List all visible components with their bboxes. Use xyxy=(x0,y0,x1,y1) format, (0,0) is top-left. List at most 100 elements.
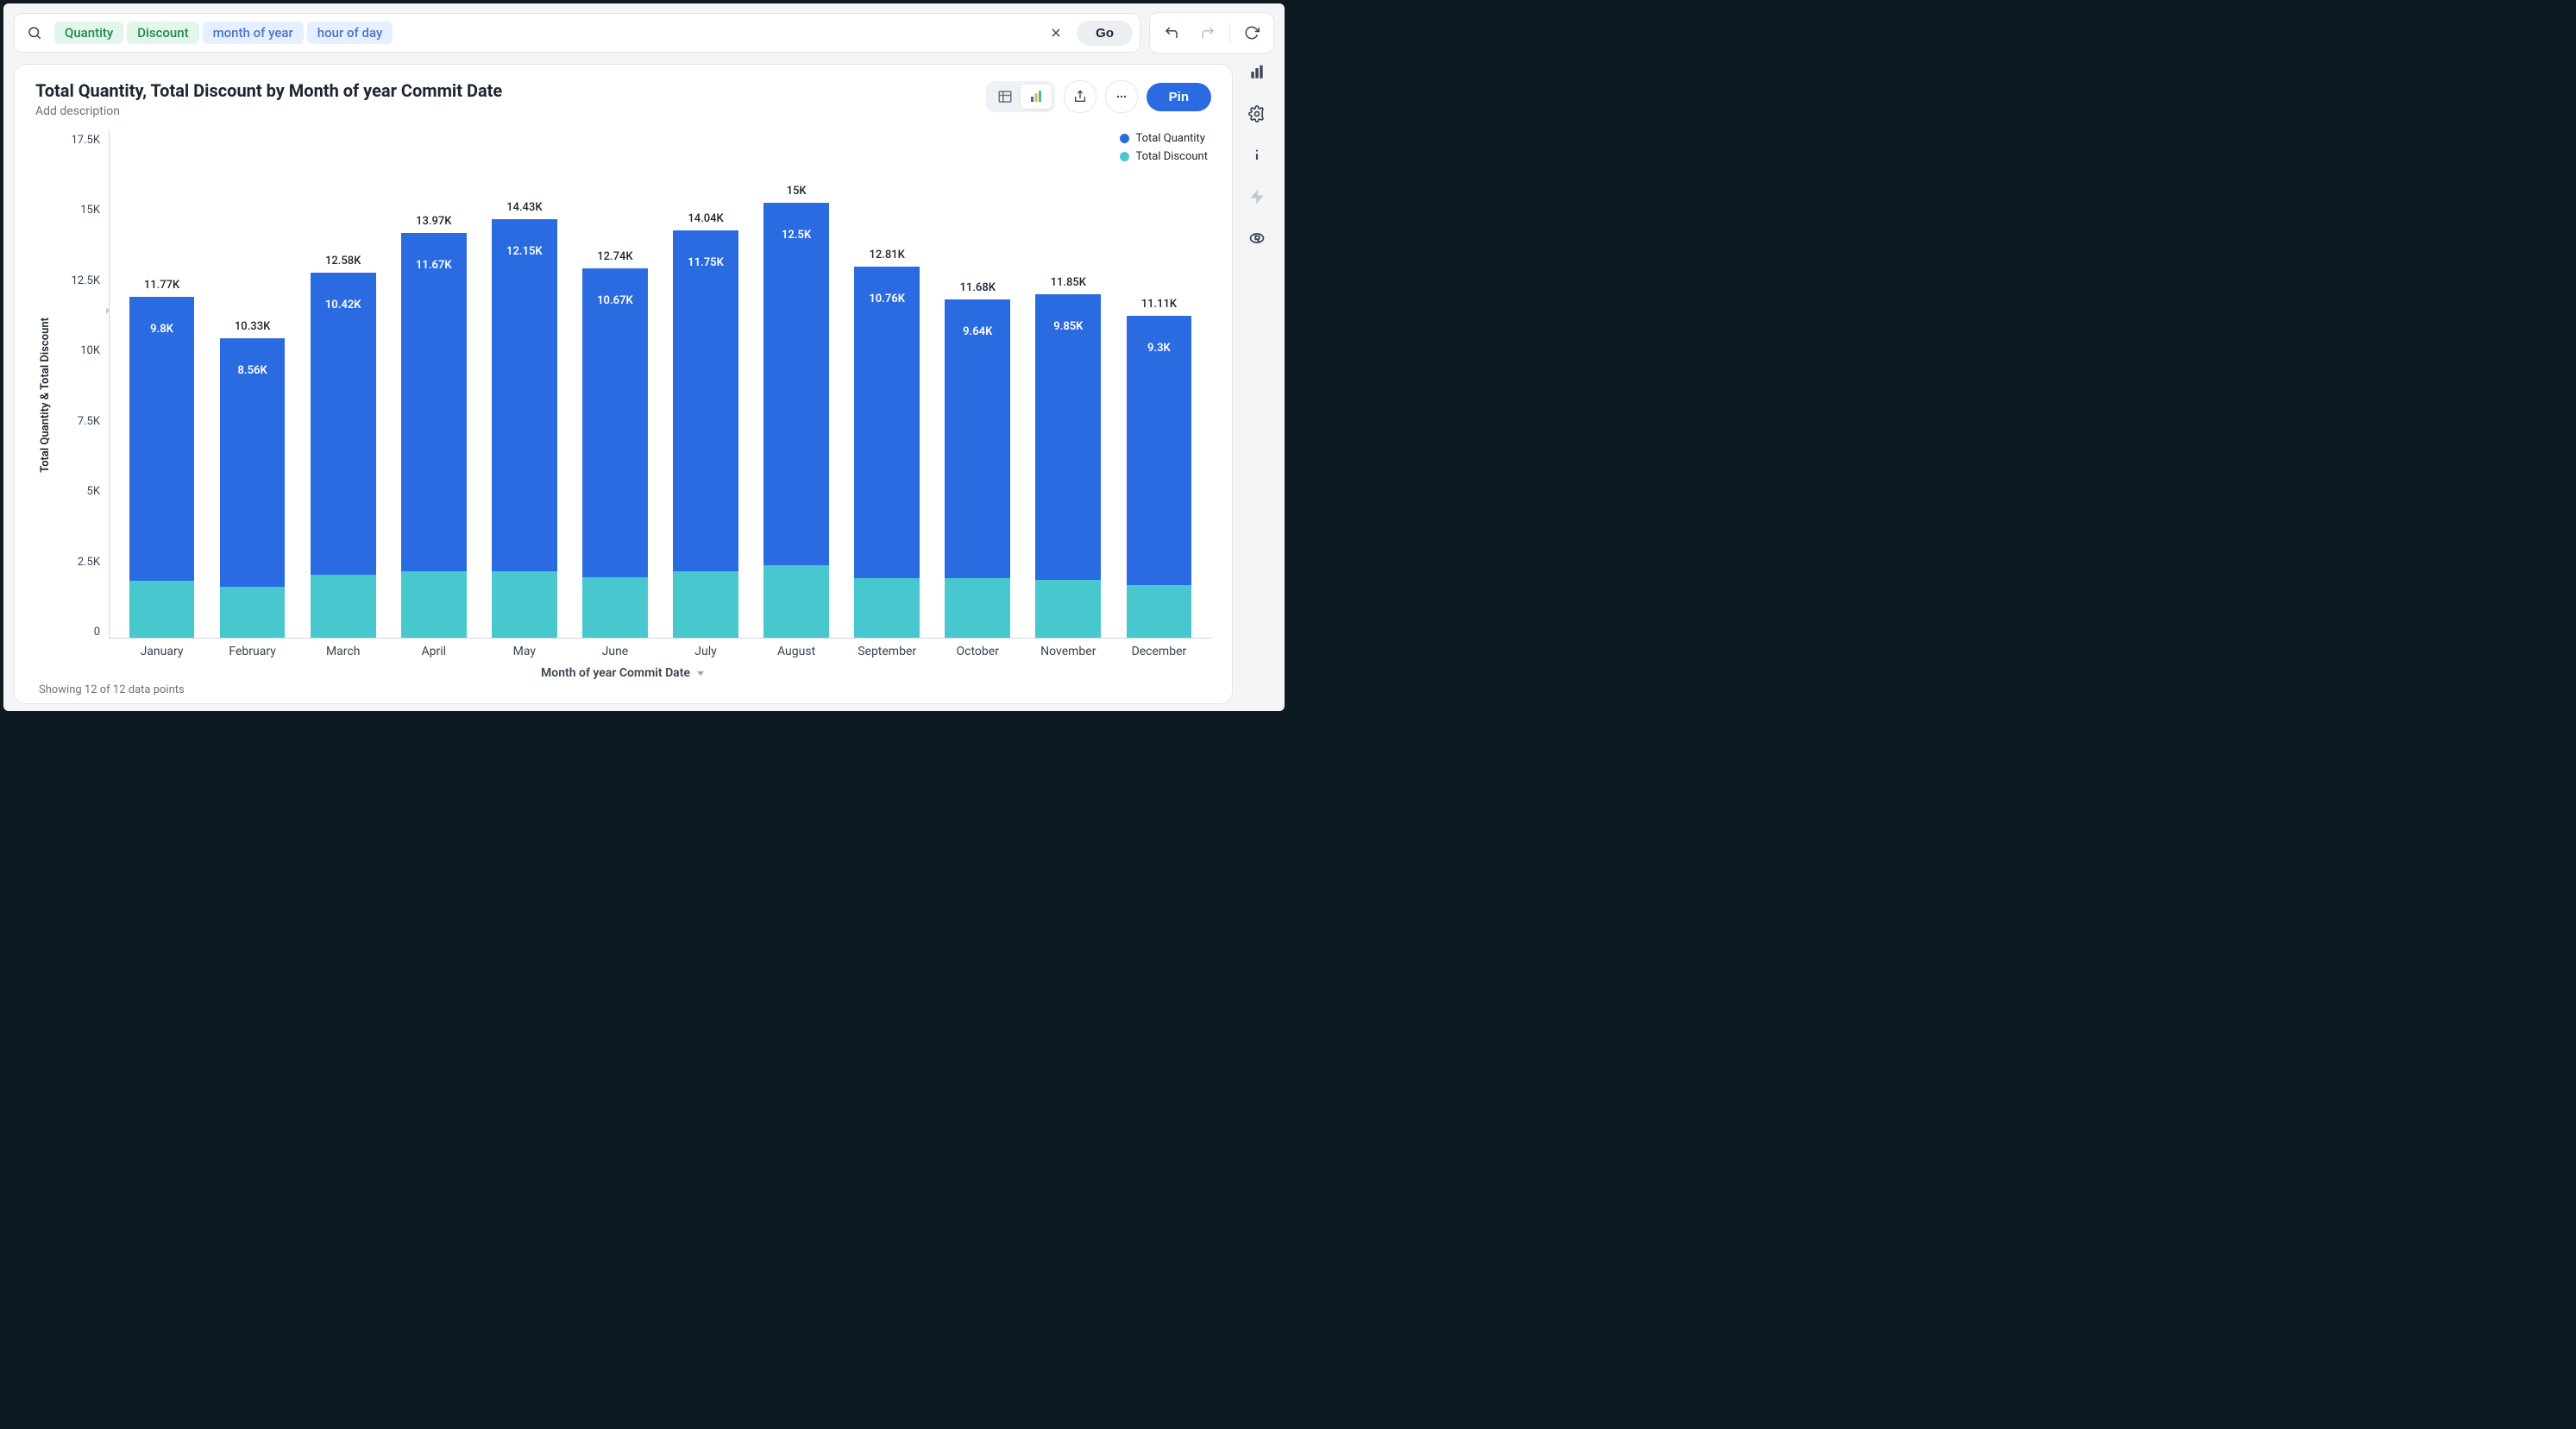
chart-title: Total Quantity, Total Discount by Month … xyxy=(35,80,502,101)
clear-search-button[interactable] xyxy=(1042,19,1070,47)
x-tick-label: January xyxy=(116,645,207,658)
bar-segment-discount xyxy=(582,577,648,638)
bar-value-label: 11.67K xyxy=(401,259,467,272)
x-tick-label: February xyxy=(207,645,298,658)
info-button[interactable] xyxy=(1240,138,1274,173)
chart-config-button[interactable] xyxy=(1240,55,1274,90)
bar-segment-quantity: 10.42K xyxy=(311,273,376,575)
bar-value-label: 9.85K xyxy=(1035,320,1101,333)
bar-value-label: 10.42K xyxy=(311,299,376,312)
bar-segment-discount xyxy=(1035,580,1101,638)
bar-value-label: 9.3K xyxy=(1127,342,1192,355)
bar-group[interactable]: 12.58K 10.42K xyxy=(298,130,388,638)
bar-group[interactable]: 11.77K 9.8K xyxy=(116,130,207,638)
bar-group[interactable]: 15K 12.5K xyxy=(751,130,842,638)
bar-total-label: 11.85K xyxy=(1051,276,1086,289)
bar-value-label: 10.76K xyxy=(854,293,920,305)
redo-button[interactable] xyxy=(1193,18,1222,47)
bar-group[interactable]: 12.81K 10.76K xyxy=(842,130,933,638)
search-pill[interactable]: Quantity xyxy=(54,22,123,44)
bar-group[interactable]: 12.74K10.67K xyxy=(569,130,660,638)
pin-button[interactable]: Pin xyxy=(1147,83,1211,111)
y-tick-label: 2.5K xyxy=(78,556,100,569)
undo-button[interactable] xyxy=(1157,18,1186,47)
bar-total-label: 10.33K xyxy=(235,320,270,333)
bar-segment-quantity: 8.56K xyxy=(220,338,286,587)
bar-group[interactable]: 13.97K 11.67K xyxy=(388,130,479,638)
bar-total-label: 12.58K xyxy=(325,255,361,268)
bar-total-label: 15K xyxy=(787,185,807,198)
bar-group[interactable]: 14.04K 11.75K xyxy=(660,130,751,638)
chart-view-button[interactable] xyxy=(1021,85,1052,109)
x-axis-title[interactable]: Month of year Commit Date xyxy=(35,659,1211,680)
x-tick-label: December xyxy=(1114,645,1204,658)
bar-segment-discount xyxy=(401,571,467,638)
bar-group[interactable]: 11.85K 9.85K xyxy=(1023,130,1114,638)
y-axis-title: Total Quantity & Total Discount xyxy=(35,318,55,473)
search-pill[interactable]: month of year xyxy=(203,22,304,44)
x-tick-label: May xyxy=(479,645,569,658)
top-bar: Quantity Discount month of year hour of … xyxy=(3,3,1285,59)
y-tick-label: 12.5K xyxy=(71,274,100,287)
data-points-note: Showing 12 of 12 data points xyxy=(35,680,1211,696)
bar-value-label: 11.75K xyxy=(673,256,738,269)
x-tick-label: March xyxy=(298,645,388,658)
y-tick-label: 17.5K xyxy=(71,134,100,147)
bar-segment-discount xyxy=(129,581,195,638)
bar-segment-quantity: 9.8K xyxy=(129,297,195,581)
bar-group[interactable]: 14.43K 12.15K xyxy=(479,130,569,638)
x-tick-label: August xyxy=(751,645,842,658)
bar-total-label: 14.43K xyxy=(506,201,542,214)
bar-total-label: 14.04K xyxy=(688,212,723,225)
bar-segment-discount xyxy=(763,565,829,638)
bar-segment-quantity: 11.75K xyxy=(673,230,738,571)
bar-value-label: 12.15K xyxy=(492,245,557,258)
table-view-button[interactable] xyxy=(990,85,1021,109)
bar-value-label: 12.5K xyxy=(763,229,829,242)
chart-card: Total Quantity, Total Discount by Month … xyxy=(14,64,1233,704)
y-tick-label: 0 xyxy=(94,626,100,639)
bar-segment-discount xyxy=(854,578,920,638)
y-tick-label: 5K xyxy=(87,485,100,498)
y-tick-label: 15K xyxy=(80,204,100,217)
bar-segment-quantity: 9.3K xyxy=(1127,316,1192,585)
x-tick-label: September xyxy=(842,645,933,658)
bar-group[interactable]: 11.11K 9.3K xyxy=(1114,130,1204,638)
go-button[interactable]: Go xyxy=(1077,21,1133,46)
bar-value-label: 9.8K xyxy=(129,323,195,336)
bar-segment-quantity: 12.5K xyxy=(763,203,829,565)
bar-group[interactable]: 10.33K 8.56K xyxy=(207,130,298,638)
bar-segment-quantity: 10.76K xyxy=(854,267,920,579)
bar-segment-discount xyxy=(492,571,557,638)
chevron-down-icon xyxy=(695,668,706,678)
settings-button[interactable] xyxy=(1240,97,1274,131)
history-controls xyxy=(1149,12,1274,54)
y-axis: 17.5K 15K 12.5K 10K 7.5K 5K 2.5K 0 xyxy=(55,130,109,659)
bar-total-label: 13.97K xyxy=(416,215,451,228)
bar-segment-discount xyxy=(945,578,1010,638)
bar-segment-discount xyxy=(220,587,286,638)
search-pill[interactable]: Discount xyxy=(127,22,198,44)
bar-total-label: 11.68K xyxy=(960,281,996,294)
spotiq-button[interactable] xyxy=(1240,179,1274,214)
search-pill[interactable]: hour of day xyxy=(307,22,393,44)
bar-total-label: 11.11K xyxy=(1141,298,1177,311)
chart-icon xyxy=(1028,89,1044,104)
chart-description-input[interactable]: Add description xyxy=(35,104,502,118)
reset-button[interactable] xyxy=(1237,18,1266,47)
bar-total-label: 12.81K xyxy=(869,249,904,261)
bar-segment-quantity: 9.64K xyxy=(945,299,1010,579)
bar-total-label: 12.74K xyxy=(597,250,632,263)
search-box[interactable]: Quantity Discount month of year hour of … xyxy=(14,13,1140,53)
more-options-button[interactable] xyxy=(1105,80,1138,113)
bar-total-label: 11.77K xyxy=(144,279,179,292)
bar-value-label: 8.56K xyxy=(220,364,286,377)
bar-group[interactable]: 11.68K 9.64K xyxy=(933,130,1023,638)
r-analysis-button[interactable] xyxy=(1240,221,1274,255)
share-button[interactable] xyxy=(1064,80,1096,113)
y-tick-label: 10K xyxy=(80,344,100,357)
y-tick-label: 7.5K xyxy=(78,415,100,428)
divider xyxy=(1229,22,1230,43)
chart-plot-area[interactable]: 11.77K9.8K10.33K8.56K12.58K10.42K13.97K1… xyxy=(109,130,1211,639)
x-tick-label: April xyxy=(388,645,479,658)
